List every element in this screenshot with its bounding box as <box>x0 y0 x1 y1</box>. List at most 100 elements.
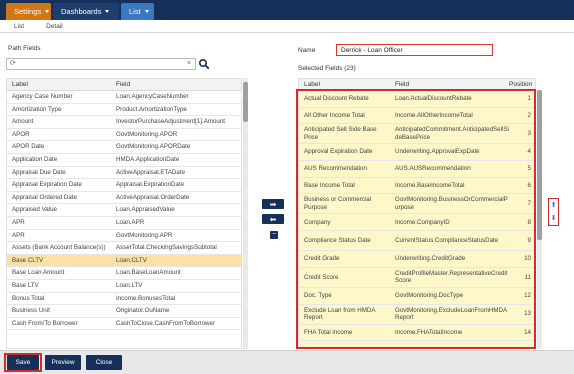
row-field: Originator.OuName <box>116 307 170 315</box>
chevron-down-icon <box>105 10 110 13</box>
column-header-field: Field <box>116 81 131 88</box>
remove-all-button[interactable]: − <box>270 231 278 239</box>
table-row[interactable]: Appraisal Expiration Date Appraisal.Expir… <box>7 179 241 192</box>
row-field: Product.AmortizationType <box>116 105 187 113</box>
table-row[interactable]: All Other Income Total Income.AllOtherInc… <box>299 107 535 125</box>
table-row[interactable]: Doc. Type GovtMonitoring.DocType 12 <box>299 287 535 305</box>
arrow-right-icon: ➡ <box>269 199 277 209</box>
tab-list[interactable]: List <box>14 21 24 32</box>
chevron-down-icon <box>45 10 50 13</box>
row-field: HMDA.ApplicationDate <box>116 155 180 163</box>
table-row[interactable]: Approval Expiration Date Underwriting.App… <box>299 144 535 162</box>
table-row[interactable]: Bonus Total Income.BonusesTotal <box>7 293 241 306</box>
settings-menu[interactable]: Settings <box>6 3 51 20</box>
row-label: Appraisal Ordered Date <box>12 193 78 201</box>
path-fields-table-header: Label Field <box>7 79 241 91</box>
row-field: Income.CompanyID <box>395 218 450 226</box>
row-field: CreditProfileMaster.RepresentativeCredit… <box>395 269 508 285</box>
row-position: 8 <box>527 218 531 226</box>
preview-button[interactable]: Preview <box>45 355 81 370</box>
column-header-position: Position <box>509 81 533 88</box>
table-row[interactable]: Application Date HMDA.ApplicationDate <box>7 154 241 167</box>
row-field: InvestorPurchaseAdjustment[1].Amount <box>116 118 226 126</box>
table-row[interactable]: Cash From/To Borrower CashToClose.CashFro… <box>7 318 241 331</box>
table-row[interactable]: Appraisal Due Date ActiveAppraisal.ETADat… <box>7 167 241 180</box>
table-row[interactable]: FHA Total income Income.FHATotalIncome 14 <box>299 324 535 342</box>
move-up-icon[interactable]: ⬆ <box>551 202 557 210</box>
remove-field-button[interactable]: ⬅ <box>262 214 284 224</box>
row-field: Loan.BaseLoanAmount <box>116 269 181 277</box>
row-label: Amortization Type <box>12 105 62 113</box>
path-fields-scroll-thumb[interactable] <box>243 82 248 122</box>
row-label: Approval Expiration Date <box>304 148 373 156</box>
table-row[interactable]: APOR GovtMonitoring.APOR <box>7 129 241 142</box>
table-row[interactable]: First Borrower Cell PhoneBorrower[1].Cel… <box>299 341 535 348</box>
list-menu[interactable]: List <box>121 3 154 20</box>
table-row[interactable]: Credit Score CreditProfileMaster.Represen… <box>299 267 535 288</box>
row-label: Doc. Type <box>304 291 332 299</box>
row-field: Borrower[1].CellPhoneNumber <box>391 347 509 348</box>
table-row[interactable]: Anticipated Sell Side Base Price Anticipa… <box>299 124 535 145</box>
table-row[interactable]: APR Loan.APR <box>7 217 241 230</box>
move-down-icon[interactable]: ⬇ <box>551 215 557 223</box>
table-row[interactable]: Assets (Bank Account Balance(s)) AssetTot… <box>7 242 241 255</box>
selected-fields-scrollbar[interactable] <box>537 90 542 349</box>
table-row[interactable]: Appraised Value Loan.AppraisedValue <box>7 204 241 217</box>
table-row[interactable]: Appraisal Ordered Date ActiveAppraisal.Or… <box>7 192 241 205</box>
row-label: AUS Recommendation <box>304 165 367 173</box>
table-row[interactable]: Company Income.CompanyID 8 <box>299 214 535 232</box>
table-row[interactable]: Compliance Status Date CurrentStatus.Comp… <box>299 231 535 252</box>
row-label: APOR <box>12 130 30 138</box>
add-field-button[interactable]: ➡ <box>262 199 284 209</box>
table-row[interactable]: APOR Date GovtMonitoring.APORDate <box>7 141 241 154</box>
row-field: GovtMonitoring.APR <box>116 231 173 239</box>
table-row[interactable]: Business Unit Originator.OuName <box>7 305 241 318</box>
table-row[interactable]: Credit Grade Underwriting.CreditGrade 10 <box>299 251 535 268</box>
row-field: Appraisal.ExpirationDate <box>116 181 185 189</box>
path-fields-scrollbar[interactable] <box>243 78 248 349</box>
save-button[interactable]: Save <box>7 355 39 370</box>
table-row[interactable]: Amount InvestorPurchaseAdjustment[1].Amou… <box>7 116 241 129</box>
path-fields-search[interactable]: ⟳ × <box>6 58 196 70</box>
table-row[interactable]: Amortization Type Product.AmortizationTyp… <box>7 104 241 117</box>
row-field: Income.BaseIncomeTotal <box>395 181 465 189</box>
column-header-label: Label <box>12 81 28 88</box>
table-row[interactable]: Base Loan Amount Loan.BaseLoanAmount <box>7 267 241 280</box>
table-row[interactable]: APR GovtMonitoring.APR <box>7 230 241 243</box>
row-label: Anticipated Sell Side Base Price <box>304 126 377 141</box>
table-row[interactable]: Base Income Total Income.BaseIncomeTotal 6 <box>299 177 535 195</box>
footer-bar: Save Preview Close <box>0 350 574 374</box>
row-field: AssetTotal.CheckingSavingsSubtotal <box>116 244 217 252</box>
row-position: 7 <box>527 200 531 208</box>
row-position: 12 <box>524 291 531 299</box>
row-label: FHA Total income <box>304 328 353 336</box>
row-position: 1 <box>527 95 531 103</box>
tab-detail[interactable]: Detail <box>46 21 63 32</box>
name-input[interactable] <box>336 44 493 56</box>
table-row[interactable]: Base LTV Loan.LTV <box>7 280 241 293</box>
dashboards-menu[interactable]: Dashboards <box>53 3 119 20</box>
top-navigation-bar: Settings Dashboards List <box>0 0 574 20</box>
row-position: 13 <box>524 310 531 318</box>
close-button[interactable]: Close <box>86 355 122 370</box>
row-field: Income.FHATotalIncome <box>395 328 463 336</box>
selected-fields-scroll-thumb[interactable] <box>537 90 542 240</box>
table-row[interactable]: Base CLTV Loan.CLTV <box>7 254 241 268</box>
dashboards-menu-label: Dashboards <box>61 7 102 16</box>
selected-fields-heading: Selected Fields (23) <box>298 65 356 72</box>
table-row[interactable]: Agency Case Number Loan.AgencyCaseNumber <box>7 91 241 104</box>
row-label: Credit Grade <box>304 255 340 263</box>
table-row[interactable]: Business or Commercial Purpose GovtMonito… <box>299 194 535 215</box>
column-header-label: Label <box>304 81 320 88</box>
search-icon[interactable] <box>198 58 210 70</box>
row-field: Income.AllOtherIncomeTotal <box>395 111 473 119</box>
table-row[interactable]: Exclude Loan from HMDA Report GovtMonitor… <box>299 304 535 325</box>
table-row[interactable]: AUS Recommendation AUS.AUSRecommendation 5 <box>299 161 535 178</box>
selected-fields-table: Label Field Position Actual Discount Reb… <box>298 78 536 349</box>
clear-icon[interactable]: × <box>187 59 191 69</box>
row-position: 14 <box>524 328 531 336</box>
row-label: Bonus Total <box>12 294 45 302</box>
row-field: GovtMonitoring.DocType <box>395 291 464 299</box>
table-row[interactable]: Actual Discount Rebate Loan.ActualDiscoun… <box>299 91 535 108</box>
row-label: Base Income Total <box>304 181 355 189</box>
